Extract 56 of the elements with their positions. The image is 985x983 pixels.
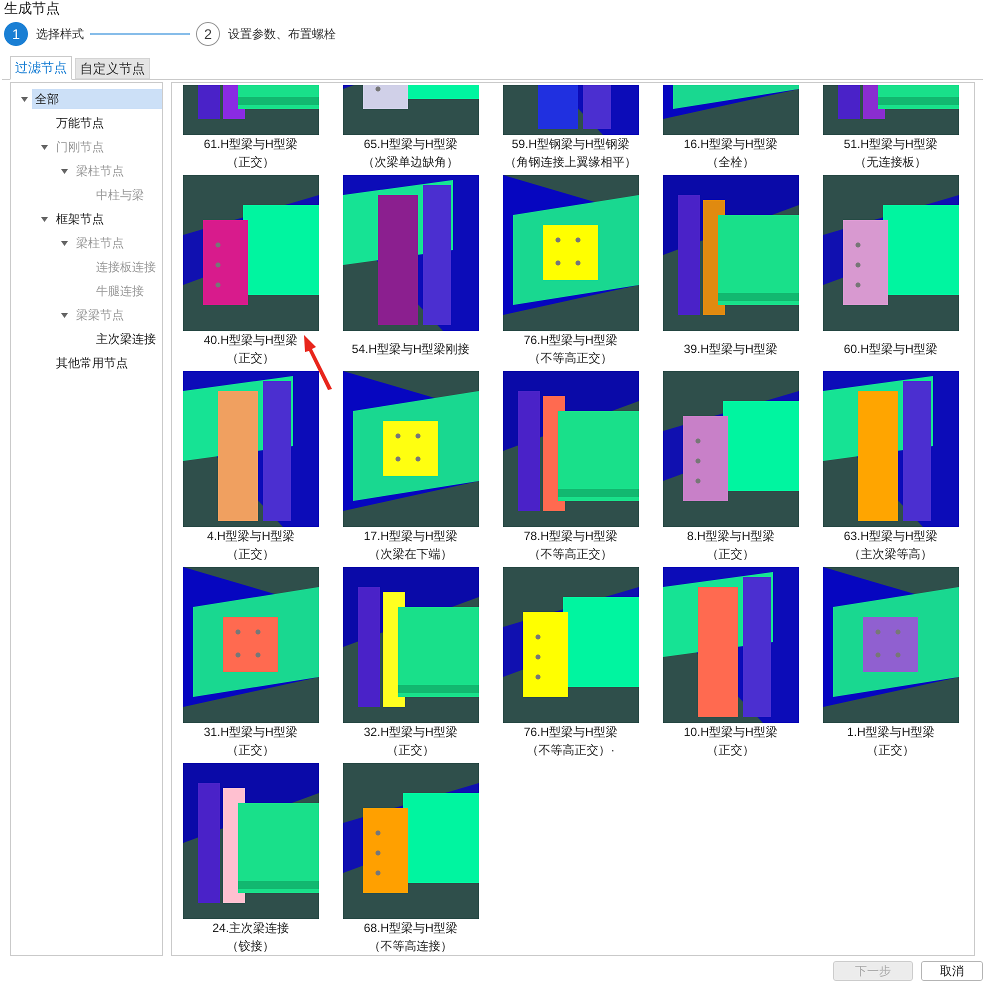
caption: 1.H型梁与H型梁 — [847, 724, 934, 741]
caption: 78.H型梁与H型梁 — [524, 528, 618, 545]
caption: 68.H型梁与H型梁 — [364, 920, 458, 937]
caption: 40.H型梁与H型梁 — [204, 332, 298, 349]
caption: 24.主次梁连接 — [212, 920, 290, 937]
tab[interactable]: 自定义节点 — [75, 58, 150, 79]
caption: （铰接） — [226, 938, 275, 955]
caption: 10.H型梁与H型梁 — [684, 724, 778, 741]
caption: 54.H型梁与H型梁刚接 — [352, 341, 470, 358]
annotation-arrow — [302, 333, 334, 391]
tree-item[interactable]: 全部 — [32, 89, 162, 109]
caption: 51.H型梁与H型梁 — [844, 136, 938, 153]
caption: （正交） — [226, 546, 275, 563]
caption: 32.H型梁与H型梁 — [364, 724, 458, 741]
tree-item[interactable]: 其他常用节点 — [53, 353, 131, 373]
caption: （不等高正交） — [528, 546, 613, 563]
caption: 59.H型钢梁与H型钢梁 — [512, 136, 630, 153]
caption: 39.H型梁与H型梁 — [684, 341, 778, 358]
caption: 76.H型梁与H型梁 — [524, 332, 618, 349]
step-number: 1 — [4, 22, 28, 46]
caption: （次梁在下端） — [368, 546, 453, 563]
step-label: 设置参数、布置螺栓 — [228, 26, 336, 43]
caption: 76.H型梁与H型梁 — [524, 724, 618, 741]
caption: （正交） — [226, 154, 275, 171]
caption: （不等高连接） — [368, 938, 453, 955]
caption: （正交） — [866, 742, 915, 759]
caption: （不等高正交） — [528, 350, 613, 367]
caption: 63.H型梁与H型梁 — [844, 528, 938, 545]
caption: 31.H型梁与H型梁 — [204, 724, 298, 741]
expand-caret-icon[interactable] — [21, 96, 28, 102]
expand-caret-icon[interactable] — [41, 216, 48, 222]
caption: 60.H型梁与H型梁 — [844, 341, 938, 358]
caption: 61.H型梁与H型梁 — [204, 136, 298, 153]
caption: 65.H型梁与H型梁 — [364, 136, 458, 153]
step-number: 2 — [196, 22, 220, 46]
caption: （正交） — [386, 742, 435, 759]
caption: （角钢连接上翼缘相平） — [504, 154, 637, 171]
caption: （正交） — [226, 742, 275, 759]
step-label: 选择样式 — [36, 26, 84, 43]
caption: （不等高正交）· — [526, 742, 615, 759]
caption: （无连接板） — [854, 154, 927, 171]
caption: 17.H型梁与H型梁 — [364, 528, 458, 545]
caption: 4.H型梁与H型梁 — [207, 528, 294, 545]
tab[interactable]: 过滤节点 — [10, 56, 72, 80]
tree-item[interactable]: 万能节点 — [53, 113, 107, 133]
caption: 8.H型梁与H型梁 — [687, 528, 774, 545]
window-title: 生成节点 — [4, 0, 60, 16]
caption: （正交） — [706, 742, 755, 759]
caption: （主次梁等高） — [848, 546, 933, 563]
caption: （正交） — [226, 350, 275, 367]
tree-item[interactable]: 框架节点 — [53, 209, 107, 229]
caption: （次梁单边缺角） — [362, 154, 459, 171]
cancel-button[interactable]: 取消 — [921, 961, 983, 981]
caption: （正交） — [706, 546, 755, 563]
caption: （全栓） — [706, 154, 755, 171]
caption: 16.H型梁与H型梁 — [684, 136, 778, 153]
